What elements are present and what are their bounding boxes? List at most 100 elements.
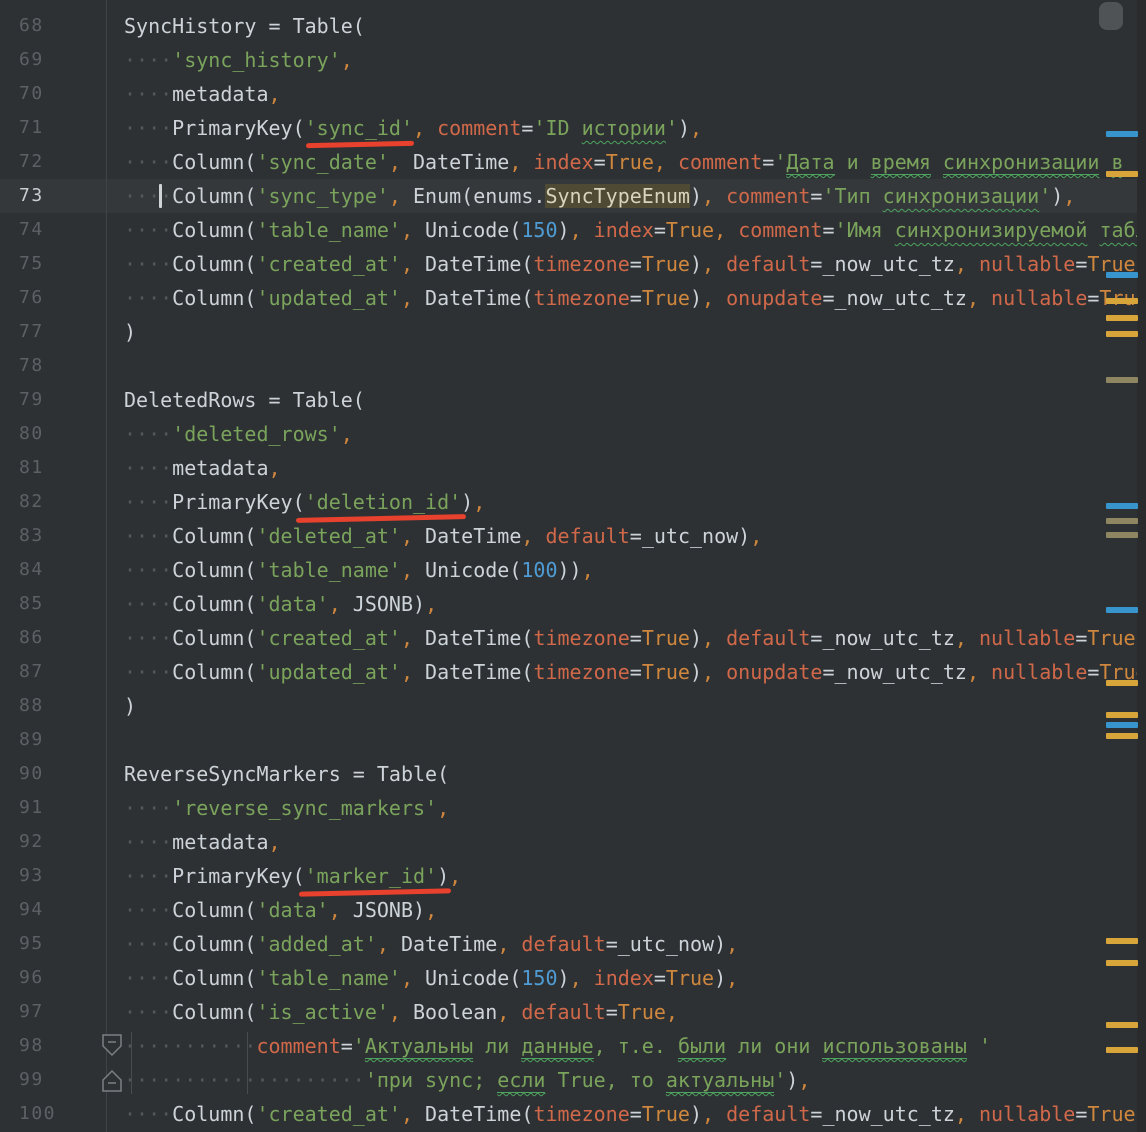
error-stripe-mark[interactable] xyxy=(1106,1022,1138,1028)
line-number[interactable]: 92 xyxy=(19,825,44,859)
error-stripe-mark[interactable] xyxy=(1106,722,1138,728)
code-token: = xyxy=(822,218,835,242)
scrollbar-track[interactable] xyxy=(1137,0,1146,1132)
error-stripe-mark[interactable] xyxy=(1106,171,1138,177)
line-number[interactable]: 77 xyxy=(19,315,44,349)
code-line[interactable]: ····metadata, xyxy=(124,77,281,111)
line-number[interactable]: 68 xyxy=(19,9,44,43)
code-token: ) xyxy=(557,218,570,242)
line-number[interactable]: 96 xyxy=(19,961,44,995)
error-stripe-mark[interactable] xyxy=(1106,938,1138,944)
whitespace-dots: ···· xyxy=(124,422,173,446)
code-line[interactable]: ····Column('data', JSONB), xyxy=(124,587,437,621)
code-token: DateTime( xyxy=(413,626,534,650)
code-line[interactable]: ····Column('created_at', DateTime(timezo… xyxy=(124,621,1146,655)
code-token: True xyxy=(665,218,715,242)
code-line[interactable]: ) xyxy=(124,315,136,349)
line-number[interactable]: 73 xyxy=(19,179,44,213)
code-line[interactable]: ····'sync_history', xyxy=(124,43,353,77)
code-token: timezone xyxy=(533,1102,630,1126)
code-line[interactable]: ····Column('updated_at', DateTime(timezo… xyxy=(124,655,1146,689)
line-number[interactable]: 97 xyxy=(19,995,44,1029)
line-number[interactable]: 69 xyxy=(19,43,44,77)
line-number[interactable]: 85 xyxy=(19,587,44,621)
code-line[interactable]: ····PrimaryKey('marker_id'), xyxy=(124,859,461,893)
code-line[interactable]: ····metadata, xyxy=(124,825,281,859)
code-token: )) xyxy=(557,558,582,582)
line-number[interactable]: 93 xyxy=(19,859,44,893)
code-line-row: 90 ReverseSyncMarkers = Table( xyxy=(0,757,1146,791)
error-stripe-mark[interactable] xyxy=(1106,733,1138,739)
code-line[interactable]: ····'reverse_sync_markers', xyxy=(124,791,449,825)
line-number[interactable]: 86 xyxy=(19,621,44,655)
line-number[interactable]: 89 xyxy=(19,723,44,757)
code-line[interactable]: ····Column('created_at', DateTime(timezo… xyxy=(124,1097,1146,1131)
fold-region-start-icon[interactable] xyxy=(101,1034,123,1058)
line-number[interactable]: 84 xyxy=(19,553,44,587)
code-token: DateTime( xyxy=(413,1102,534,1126)
code-line[interactable]: ···········comment='Актуальны ли данные,… xyxy=(124,1029,991,1063)
line-number[interactable]: 95 xyxy=(19,927,44,961)
line-number[interactable]: 80 xyxy=(19,417,44,451)
error-stripe-mark[interactable] xyxy=(1106,712,1138,718)
code-line[interactable]: ····Column('table_name', Unicode(150), i… xyxy=(124,213,1146,247)
code-line[interactable]: ····Column('is_active', Boolean, default… xyxy=(124,995,678,1029)
code-line[interactable]: ····PrimaryKey('sync_id', comment='ID ис… xyxy=(124,111,702,145)
error-stripe-mark[interactable] xyxy=(1106,503,1138,509)
error-stripe-mark[interactable] xyxy=(1106,298,1138,304)
line-number[interactable]: 90 xyxy=(19,757,44,791)
code-line[interactable]: ····Column('added_at', DateTime, default… xyxy=(124,927,738,961)
line-number[interactable]: 79 xyxy=(19,383,44,417)
line-number[interactable]: 82 xyxy=(19,485,44,519)
line-number[interactable]: 70 xyxy=(19,77,44,111)
scrollbar-thumb[interactable] xyxy=(1099,2,1123,30)
error-stripe-mark[interactable] xyxy=(1106,960,1138,966)
line-number[interactable]: 78 xyxy=(19,349,44,383)
error-stripe-mark[interactable] xyxy=(1106,331,1138,337)
code-line[interactable]: SyncHistory = Table( xyxy=(124,9,365,43)
line-number[interactable]: 91 xyxy=(19,791,44,825)
code-line[interactable]: ReverseSyncMarkers = Table( xyxy=(124,757,449,791)
line-number[interactable]: 87 xyxy=(19,655,44,689)
code-line[interactable]: ····Column('sync_type', Enum(enums.SyncT… xyxy=(124,179,1075,213)
line-number[interactable]: 94 xyxy=(19,893,44,927)
code-line[interactable]: ····Column('table_name', Unicode(150), i… xyxy=(124,961,738,995)
code-line[interactable]: DeletedRows = Table( xyxy=(124,383,365,417)
code-line[interactable]: ····················'при sync; если True… xyxy=(124,1063,810,1097)
code-line[interactable]: ····Column('sync_date', DateTime, index=… xyxy=(124,145,1146,179)
line-number[interactable]: 74 xyxy=(19,213,44,247)
code-line[interactable]: ····'deleted_rows', xyxy=(124,417,353,451)
whitespace-dots: ···· xyxy=(124,286,173,310)
error-stripe-mark[interactable] xyxy=(1106,272,1138,278)
code-token: , xyxy=(690,116,703,140)
line-number[interactable]: 83 xyxy=(19,519,44,553)
code-line[interactable]: ····Column('updated_at', DateTime(timezo… xyxy=(124,281,1146,315)
error-stripe-mark[interactable] xyxy=(1106,532,1138,538)
line-number[interactable]: 71 xyxy=(19,111,44,145)
error-stripe-mark[interactable] xyxy=(1106,131,1138,137)
line-number[interactable]: 88 xyxy=(19,689,44,723)
code-line-row: 95 ····Column('added_at', DateTime, defau… xyxy=(0,927,1146,961)
code-token: 'table_name' xyxy=(256,218,401,242)
code-line[interactable]: ····Column('deleted_at', DateTime, defau… xyxy=(124,519,762,553)
line-number[interactable]: 100 xyxy=(19,1097,56,1131)
fold-region-end-icon[interactable] xyxy=(101,1068,123,1092)
code-line[interactable]: ····metadata, xyxy=(124,451,281,485)
line-number[interactable]: 76 xyxy=(19,281,44,315)
error-stripe-mark[interactable] xyxy=(1106,315,1138,321)
code-line[interactable]: ) xyxy=(124,689,136,723)
error-stripe-mark[interactable] xyxy=(1106,607,1138,613)
error-stripe-mark[interactable] xyxy=(1106,377,1138,383)
code-line[interactable]: ····Column('data', JSONB), xyxy=(124,893,437,927)
code-line[interactable]: ····Column('table_name', Unicode(100)), xyxy=(124,553,594,587)
line-number[interactable]: 75 xyxy=(19,247,44,281)
line-number[interactable]: 99 xyxy=(19,1063,44,1097)
error-stripe-mark[interactable] xyxy=(1106,518,1138,524)
error-stripe-mark[interactable] xyxy=(1106,680,1138,686)
line-number[interactable]: 98 xyxy=(19,1029,44,1063)
error-stripe-mark[interactable] xyxy=(1106,1047,1138,1053)
line-number[interactable]: 72 xyxy=(19,145,44,179)
line-number[interactable]: 81 xyxy=(19,451,44,485)
code-line[interactable]: ····Column('created_at', DateTime(timezo… xyxy=(124,247,1146,281)
